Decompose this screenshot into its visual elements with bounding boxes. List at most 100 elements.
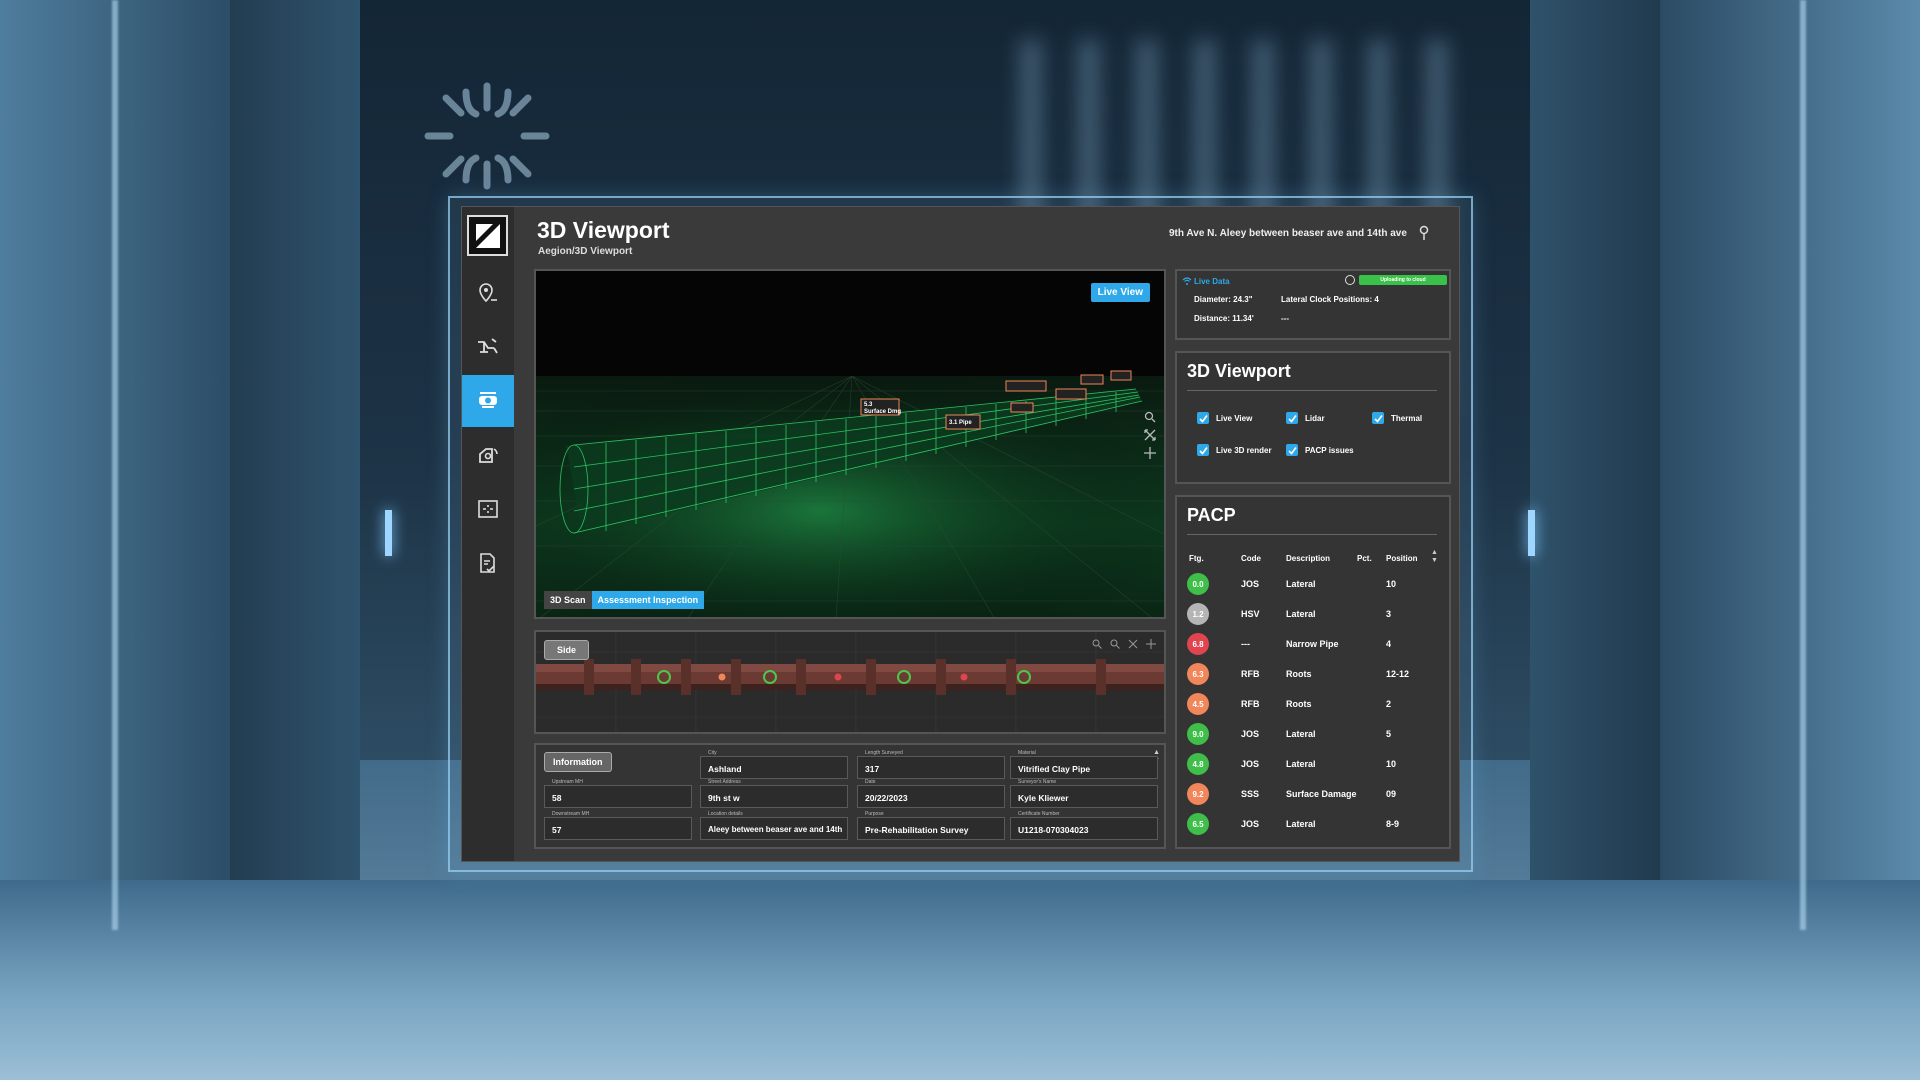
cell-pos: 09 [1386, 789, 1397, 799]
table-row[interactable]: 0.0 JOS Lateral 10 [1177, 573, 1449, 603]
tab-3d-scan[interactable]: 3D Scan [544, 591, 592, 609]
annotation-surface-pipe[interactable]: 3.1 Pipe [949, 420, 972, 426]
side-view-tools [1092, 639, 1156, 649]
app-window: 3D Viewport Aegion/3D Viewport 9th Ave N… [461, 206, 1460, 862]
purpose-field[interactable]: Purpose Pre-Rehabilitation Survey [857, 811, 1005, 840]
cell-pos: 10 [1386, 579, 1397, 589]
tab-assessment-inspection[interactable]: Assessment Inspection [591, 591, 705, 609]
nav-robot-arm[interactable] [462, 321, 514, 373]
annotation-surface-damage-text: Surface Dmg [864, 409, 901, 415]
ftg-badge: 0.0 [1187, 573, 1209, 595]
table-row[interactable]: 4.8 JOS Lateral 10 [1177, 753, 1449, 783]
location-label: Location details [707, 811, 744, 817]
clock-positions-readout: Lateral Clock Positions: 4 [1281, 295, 1379, 304]
checkbox-checked-icon[interactable] [1286, 444, 1298, 456]
nav-inspection-robot[interactable] [462, 375, 514, 427]
zoom-out-icon[interactable] [1110, 639, 1120, 649]
table-row[interactable]: 6.5 JOS Lateral 8-9 [1177, 813, 1449, 843]
cell-desc: Lateral [1286, 729, 1316, 739]
downstream-field[interactable]: Downstream MH 57 [544, 811, 692, 840]
pan-icon[interactable] [1144, 447, 1156, 459]
side-view-button[interactable]: Side [544, 640, 590, 660]
fullscreen-icon[interactable] [1144, 429, 1156, 441]
location-value: Aleey between beaser ave and 14th [708, 825, 843, 834]
nav-map-pin[interactable] [462, 267, 514, 319]
extra-readout: --- [1281, 314, 1289, 323]
cell-desc: Roots [1286, 669, 1312, 679]
nav-scan-frame[interactable] [462, 483, 514, 535]
nav-report[interactable] [462, 537, 514, 589]
upstream-field[interactable]: Upstream MH 58 [544, 779, 692, 808]
location-field[interactable]: Location details Aleey between beaser av… [700, 811, 848, 840]
cell-code: RFB [1241, 699, 1260, 709]
viewport-options-panel: 3D Viewport Live View Lidar Thermal Live… [1175, 351, 1451, 484]
date-field[interactable]: Date 20/22/2023 [857, 779, 1005, 808]
length-label: Length Surveyed [864, 750, 904, 756]
viewport-tabs: 3D Scan Assessment Inspection [544, 591, 705, 609]
cell-code: JOS [1241, 759, 1260, 769]
brand-logo[interactable] [467, 215, 508, 256]
move-icon[interactable] [1146, 639, 1156, 649]
col-pct: Pct. [1357, 554, 1372, 563]
left-led [385, 510, 392, 556]
certificate-field[interactable]: Certificate Number U1218-070304023 [1010, 811, 1158, 840]
live-data-panel: Live Data Uploading to cloud Diameter: 2… [1175, 269, 1451, 340]
nav-crawler[interactable] [462, 429, 514, 481]
checkbox-checked-icon[interactable] [1197, 412, 1209, 424]
live-view-button[interactable]: Live View [1090, 283, 1150, 302]
street-value: 9th st w [708, 793, 740, 803]
table-row[interactable]: 6.8 --- Narrow Pipe 4 [1177, 633, 1449, 663]
crawler-icon [479, 448, 498, 463]
upload-status-badge: Uploading to cloud [1359, 275, 1447, 285]
table-sort-arrows[interactable]: ▲ ▼ [1431, 549, 1438, 565]
table-row[interactable]: 9.2 SSS Surface Damage 09 [1177, 783, 1449, 813]
cell-code: JOS [1241, 819, 1260, 829]
purpose-value: Pre-Rehabilitation Survey [865, 825, 969, 835]
ftg-badge: 1.2 [1187, 603, 1209, 625]
left-light-strip [112, 0, 118, 930]
cell-pos: 4 [1386, 639, 1392, 649]
information-button[interactable]: Information [544, 752, 612, 772]
length-field[interactable]: Length Surveyed 317 [857, 750, 1005, 779]
zoom-icon[interactable] [1144, 411, 1156, 423]
option-live-3d-render[interactable]: Live 3D render [1197, 444, 1272, 456]
cell-pos: 10 [1386, 759, 1397, 769]
cell-code: JOS [1241, 729, 1260, 739]
table-row[interactable]: 4.5 RFB Roots 2 [1177, 693, 1449, 723]
location-pin-icon[interactable] [1418, 225, 1430, 241]
checkbox-checked-icon[interactable] [1286, 412, 1298, 424]
breadcrumb[interactable]: Aegion/3D Viewport [538, 246, 632, 257]
street-field[interactable]: Street Address 9th st w [700, 779, 848, 808]
zoom-in-icon[interactable] [1092, 639, 1102, 649]
city-field[interactable]: City Ashland [700, 750, 848, 779]
floor [0, 880, 1920, 1080]
refresh-icon[interactable] [1345, 275, 1355, 285]
material-field[interactable]: Material Vitrified Clay Pipe [1010, 750, 1158, 779]
surveyor-field[interactable]: Surveyor's Name Kyle Kliewer [1010, 779, 1158, 808]
option-lidar[interactable]: Lidar [1286, 412, 1325, 424]
expand-icon[interactable] [1128, 639, 1138, 649]
table-row[interactable]: 1.2 HSV Lateral 3 [1177, 603, 1449, 633]
upstream-label: Upstream MH [551, 779, 584, 785]
option-live-view[interactable]: Live View [1197, 412, 1252, 424]
upstream-value: 58 [552, 793, 562, 803]
pacp-panel: PACP Ftg. Code Description Pct. Position… [1175, 495, 1451, 849]
viewport-3d[interactable]: 5.3 Surface Dmg 3.1 Pipe Live View 3D Sc… [534, 269, 1166, 619]
table-row[interactable]: 9.0 JOS Lateral 5 [1177, 723, 1449, 753]
col-description: Description [1286, 554, 1331, 563]
checkbox-checked-icon[interactable] [1372, 412, 1384, 424]
pipe-side-render [536, 632, 1164, 732]
annotation-surface-damage[interactable]: 5.3 [864, 402, 873, 408]
col-ftg: Ftg. [1189, 554, 1204, 563]
option-thermal[interactable]: Thermal [1372, 412, 1422, 424]
option-pacp-issues[interactable]: PACP issues [1286, 444, 1354, 456]
downstream-label: Downstream MH [551, 811, 591, 817]
surveyor-label: Surveyor's Name [1017, 779, 1058, 785]
city-label: City [707, 750, 718, 756]
col-code: Code [1241, 554, 1261, 563]
table-row[interactable]: 6.3 RFB Roots 12-12 [1177, 663, 1449, 693]
site-address: 9th Ave N. Aleey between beaser ave and … [1169, 228, 1407, 239]
side-pipe-view[interactable]: Side [534, 630, 1166, 734]
material-value: Vitrified Clay Pipe [1018, 764, 1091, 774]
checkbox-checked-icon[interactable] [1197, 444, 1209, 456]
